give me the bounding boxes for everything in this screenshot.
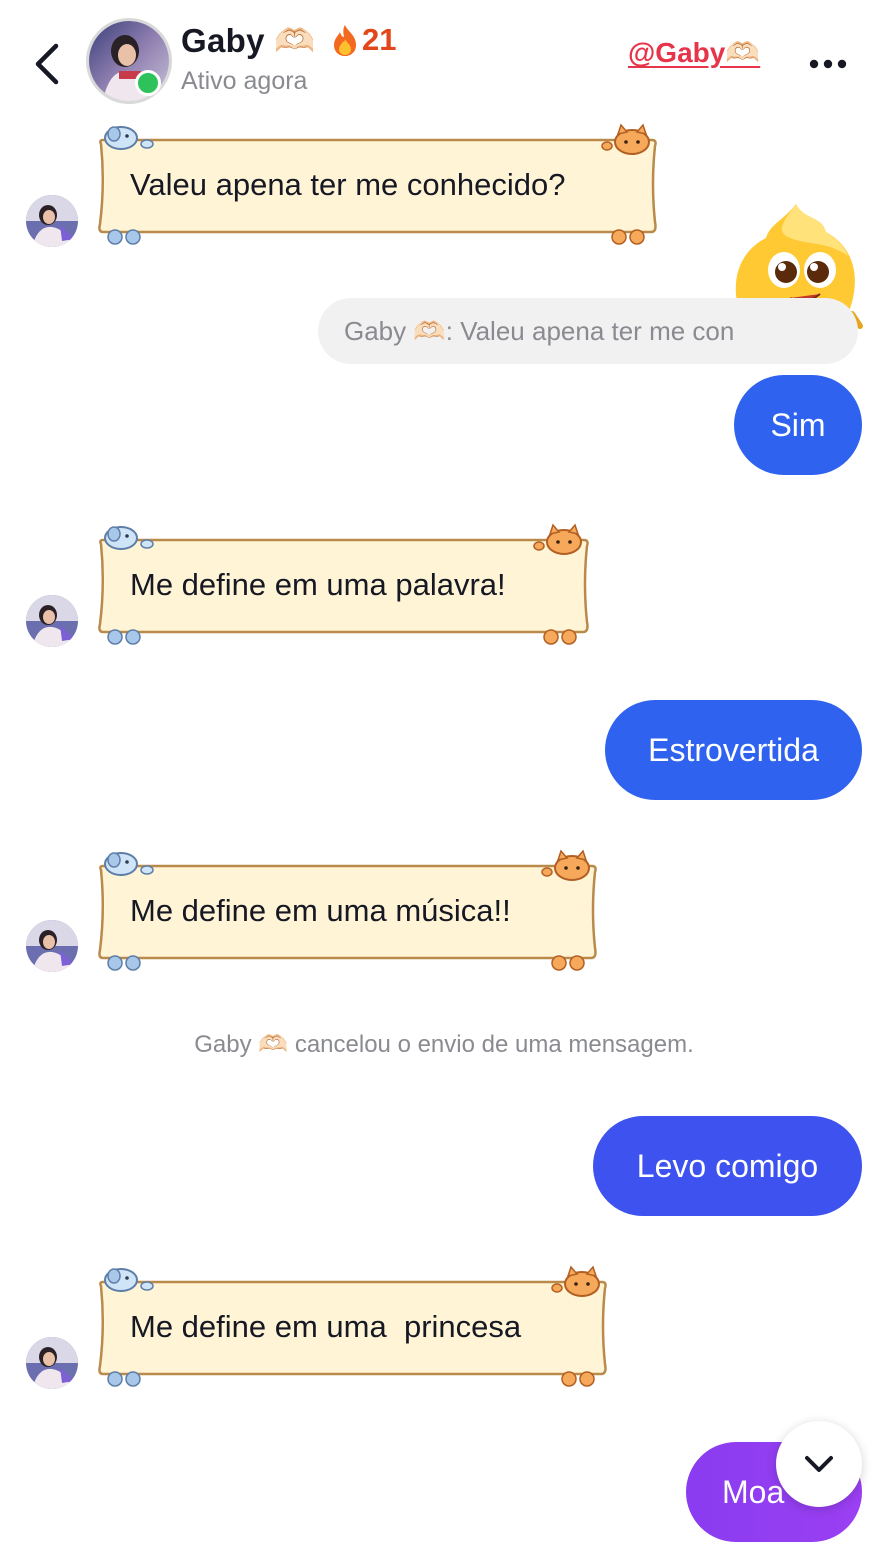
online-status-dot bbox=[135, 70, 161, 96]
scroll-to-bottom-button[interactable] bbox=[776, 1421, 862, 1507]
outgoing-message-bubble[interactable]: Estrovertida bbox=[605, 700, 862, 800]
incoming-message-bubble[interactable]: Valeu apena ter me conhecido? bbox=[95, 123, 660, 246]
back-button[interactable] bbox=[28, 40, 68, 88]
outgoing-message-bubble[interactable]: Sim bbox=[734, 375, 862, 475]
watermark-handle: @Gaby🫶🏻 bbox=[628, 37, 761, 68]
streak-badge: 21 bbox=[330, 22, 396, 58]
chevron-down-icon bbox=[805, 1456, 833, 1472]
fire-icon bbox=[334, 25, 356, 56]
quoted-message-preview[interactable]: Gaby 🫶🏻: Valeu apena ter me con bbox=[318, 298, 858, 364]
system-notice: Gaby 🫶🏻 cancelou o envio de uma mensagem… bbox=[194, 1031, 694, 1058]
sender-avatar[interactable] bbox=[26, 920, 78, 972]
chevron-left-icon bbox=[35, 43, 59, 85]
outgoing-message-bubble[interactable]: Levo comigo bbox=[593, 1116, 862, 1216]
sender-avatar[interactable] bbox=[26, 595, 78, 647]
message-text: Valeu apena ter me conhecido? bbox=[130, 167, 566, 202]
contact-name-text: Gaby bbox=[181, 22, 265, 59]
contact-avatar[interactable] bbox=[86, 18, 172, 104]
streak-count: 21 bbox=[362, 22, 397, 57]
message-text: Me define em uma princesa bbox=[130, 1309, 522, 1344]
incoming-message-bubble[interactable]: Me define em uma princesa bbox=[95, 1265, 610, 1388]
activity-status: Ativo agora bbox=[181, 67, 308, 95]
message-text: Me define em uma palavra! bbox=[130, 567, 506, 602]
incoming-message-bubble[interactable]: Me define em uma palavra! bbox=[95, 523, 592, 646]
more-horizontal-icon bbox=[809, 59, 847, 69]
sender-avatar[interactable] bbox=[26, 195, 78, 247]
message-text: Me define em uma música!! bbox=[130, 893, 511, 928]
sender-avatar[interactable] bbox=[26, 1337, 78, 1389]
more-options-button[interactable] bbox=[800, 46, 856, 82]
incoming-message-bubble[interactable]: Me define em uma música!! bbox=[95, 849, 600, 972]
heart-hands-emoji: 🫶🏻 bbox=[274, 22, 316, 59]
contact-name[interactable]: Gaby 🫶🏻 bbox=[181, 22, 316, 61]
